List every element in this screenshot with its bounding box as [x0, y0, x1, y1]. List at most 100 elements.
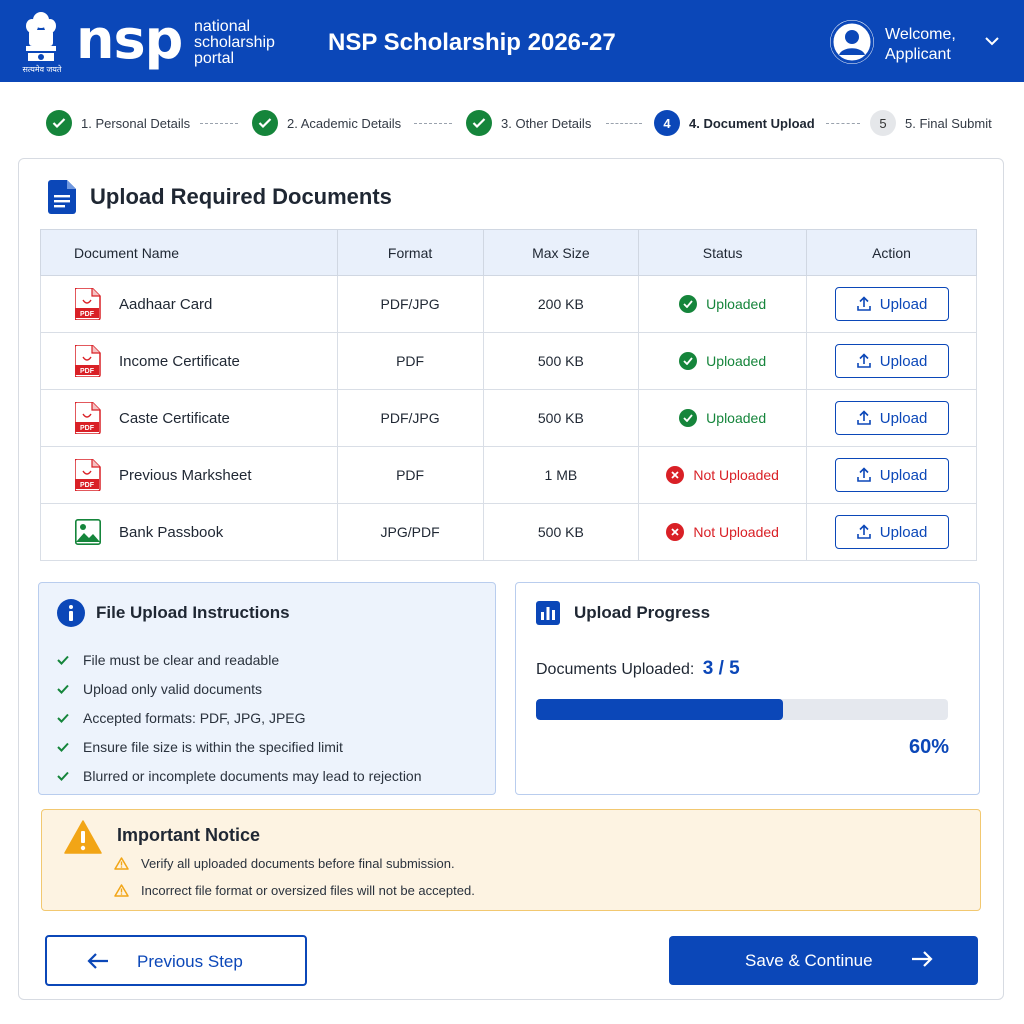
- step-number: 5: [870, 110, 896, 136]
- status-badge: Uploaded: [679, 352, 766, 370]
- welcome-line: Welcome,: [885, 26, 956, 43]
- upload-icon: [856, 467, 871, 482]
- x-circle-icon: [666, 466, 685, 484]
- step-other-details[interactable]: 3. Other Details: [466, 110, 591, 136]
- column-header: Max Size: [482, 229, 640, 276]
- document-icon: [48, 180, 76, 214]
- table-row: Bank Passbook JPG/PDF 500 KB Not Uploade…: [40, 503, 977, 561]
- step-academic-details[interactable]: 2. Academic Details: [252, 110, 401, 136]
- step-divider: [826, 123, 860, 124]
- arrow-right-icon: [912, 951, 933, 967]
- svg-text:PDF: PDF: [80, 425, 95, 432]
- action-cell: Upload: [806, 503, 977, 561]
- column-header: Action: [806, 229, 977, 276]
- step-label: 4. Document Upload: [689, 115, 815, 131]
- document-name: Previous Marksheet: [119, 466, 252, 484]
- upload-progress-panel: Upload Progress Documents Uploaded: 3 / …: [515, 582, 980, 795]
- welcome-text[interactable]: Welcome, Applicant: [885, 25, 956, 65]
- app-title: NSP Scholarship 2026-27: [328, 29, 616, 56]
- step-label: 3. Other Details: [501, 115, 592, 131]
- status-text: Uploaded: [706, 353, 767, 369]
- step-divider: [414, 123, 452, 124]
- check-circle-icon: [466, 110, 492, 136]
- check-icon: [57, 742, 69, 752]
- warning-small-icon: [114, 884, 129, 897]
- previous-step-label: Previous Step: [137, 952, 243, 971]
- check-icon: [57, 684, 69, 694]
- list-item: File must be clear and readable: [57, 645, 422, 674]
- format-cell: PDF/JPG: [336, 275, 484, 333]
- warning-icon: [64, 820, 102, 854]
- status-cell: Uploaded: [638, 332, 808, 390]
- format-cell: JPG/PDF: [336, 503, 484, 561]
- upload-button[interactable]: Upload: [834, 515, 949, 549]
- step-final-submit[interactable]: 5 5. Final Submit: [870, 110, 992, 136]
- top-header: सत्यमेव जयते nsp national scholarship po…: [0, 0, 1024, 82]
- status-badge: Not Uploaded: [666, 466, 779, 484]
- notice-item: Incorrect file format or oversized files…: [114, 883, 475, 898]
- instruction-text: Accepted formats: PDF, JPG, JPEG: [83, 709, 306, 726]
- column-header: Document Name: [40, 229, 338, 276]
- upload-button[interactable]: Upload: [834, 287, 949, 321]
- section-header: Upload Required Documents: [48, 180, 392, 214]
- table-row: PDF Caste Certificate PDF/JPG 500 KB Upl…: [40, 389, 977, 447]
- max-size-cell: 500 KB: [482, 503, 640, 561]
- check-circle-icon: [252, 110, 278, 136]
- column-header: Status: [638, 229, 808, 276]
- upload-button[interactable]: Upload: [834, 401, 949, 435]
- column-header: Format: [336, 229, 484, 276]
- document-name-cell: Bank Passbook: [40, 503, 338, 561]
- upload-button-label: Upload: [879, 295, 928, 313]
- upload-button[interactable]: Upload: [834, 344, 949, 378]
- info-icon: [57, 599, 85, 627]
- previous-step-button[interactable]: Previous Step: [45, 935, 307, 986]
- progress-percent: 60%: [908, 736, 949, 758]
- check-circle-icon: [679, 295, 698, 313]
- user-avatar-icon[interactable]: [830, 20, 874, 64]
- warning-small-icon: [114, 857, 129, 870]
- step-document-upload[interactable]: 4 4. Document Upload: [654, 110, 815, 136]
- upload-icon: [856, 524, 871, 539]
- pdf-file-icon: PDF: [75, 345, 101, 377]
- check-icon: [57, 713, 69, 723]
- upload-button-label: Upload: [879, 352, 928, 370]
- status-text: Not Uploaded: [693, 524, 779, 540]
- table-row: PDF Income Certificate PDF 500 KB Upload…: [40, 332, 977, 390]
- status-cell: Uploaded: [638, 389, 808, 447]
- count-value: 3 / 5: [702, 658, 740, 679]
- step-personal-details[interactable]: 1. Personal Details: [46, 110, 190, 136]
- chevron-down-icon[interactable]: [983, 34, 1001, 48]
- document-name-cell: PDF Previous Marksheet: [40, 446, 338, 504]
- document-name-cell: PDF Caste Certificate: [40, 389, 338, 447]
- action-cell: Upload: [806, 446, 977, 504]
- save-continue-label: Save & Continue: [745, 951, 873, 970]
- save-continue-button[interactable]: Save & Continue: [669, 936, 978, 985]
- document-name: Income Certificate: [119, 352, 240, 370]
- step-number: 4: [654, 110, 680, 136]
- max-size-cell: 500 KB: [482, 389, 640, 447]
- max-size-cell: 500 KB: [482, 332, 640, 390]
- upload-button[interactable]: Upload: [834, 458, 949, 492]
- document-name: Aadhaar Card: [119, 295, 213, 313]
- upload-icon: [856, 296, 871, 311]
- action-cell: Upload: [806, 275, 977, 333]
- count-label: Documents Uploaded:: [536, 661, 695, 678]
- documents-uploaded-count: Documents Uploaded: 3 / 5: [536, 658, 740, 680]
- progress-bar-fill: [536, 699, 784, 720]
- max-size-cell: 200 KB: [482, 275, 640, 333]
- important-notice: Important Notice Verify all uploaded doc…: [41, 809, 981, 911]
- upload-button-label: Upload: [879, 409, 928, 427]
- welcome-user: Applicant: [885, 46, 951, 63]
- list-item: Blurred or incomplete documents may lead…: [57, 761, 422, 790]
- max-size-cell: 1 MB: [482, 446, 640, 504]
- nsp-logo[interactable]: nsp: [76, 8, 183, 72]
- logo-sub-line: portal: [194, 50, 235, 67]
- progress-bar: [536, 699, 948, 720]
- action-cell: Upload: [806, 332, 977, 390]
- action-cell: Upload: [806, 389, 977, 447]
- x-circle-icon: [666, 523, 685, 541]
- upload-instructions-panel: File Upload Instructions File must be cl…: [38, 582, 496, 795]
- upload-button-label: Upload: [879, 466, 928, 484]
- pdf-file-icon: PDF: [75, 459, 101, 491]
- instructions-list: File must be clear and readable Upload o…: [57, 645, 422, 790]
